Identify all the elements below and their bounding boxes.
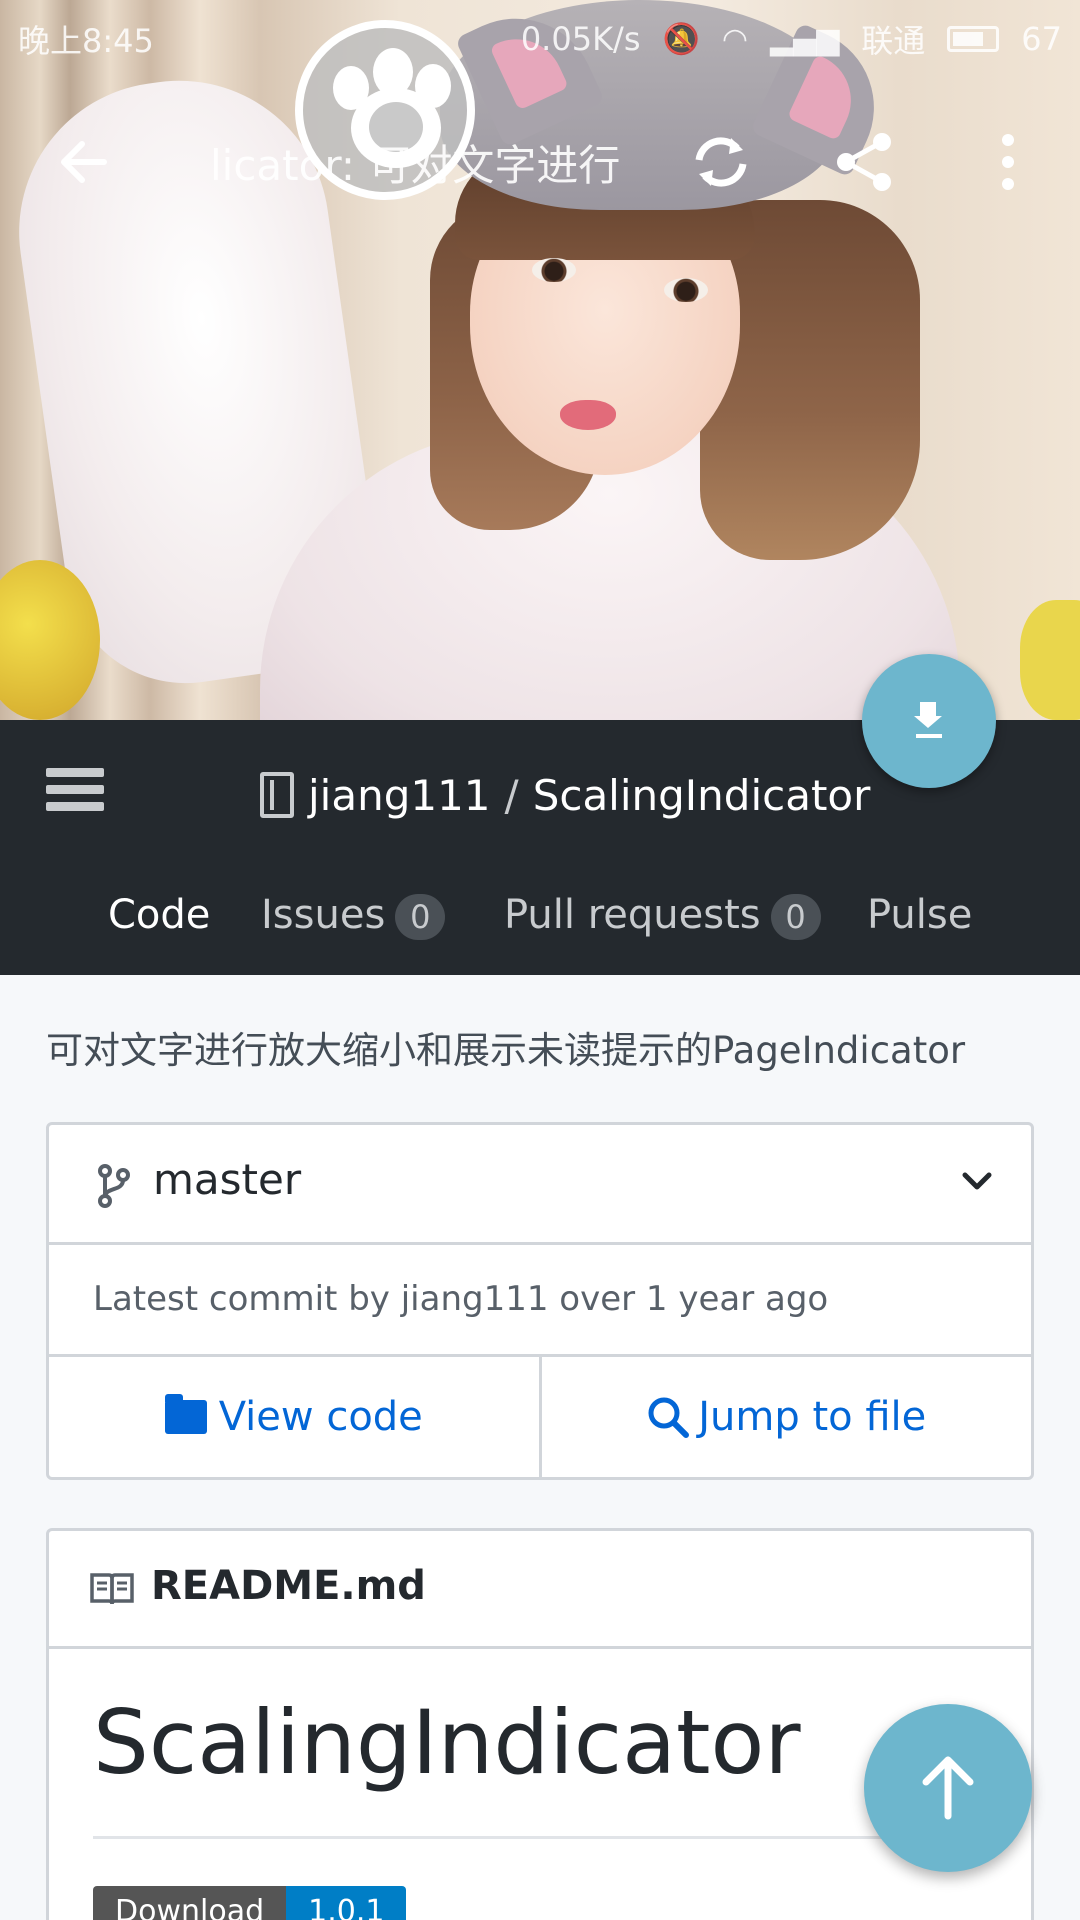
repo-description: 可对文字进行放大缩小和展示未读提示的PageIndicator (46, 1029, 966, 1072)
hamburger-menu-icon[interactable] (46, 768, 104, 820)
header-photo (0, 0, 1080, 720)
status-bar: 晚上8:45 0.05K/s 🔕 ◠ ▂▄▆ 联通 67 (0, 0, 1080, 78)
readme-filename: README.md (151, 1563, 426, 1609)
repo-owner-link[interactable]: jiang111 (308, 771, 491, 820)
scroll-to-top-button[interactable] (864, 1704, 1032, 1872)
network-speed: 0.05K/s (520, 20, 641, 58)
repo-title: jiang111 / ScalingIndicator (260, 760, 870, 830)
search-icon (648, 1397, 690, 1438)
jump-to-file-button[interactable]: Jump to file (538, 1357, 1032, 1477)
refresh-button[interactable] (685, 126, 757, 198)
view-code-button[interactable]: View code (49, 1357, 539, 1477)
arrow-left-icon (61, 141, 107, 183)
mute-icon: 🔕 (662, 21, 700, 57)
carrier-name: 联通 (861, 22, 926, 60)
more-options-button[interactable] (972, 126, 1044, 198)
repo-separator: / (504, 770, 519, 820)
app-toolbar: licator: 可对文字进行 (0, 110, 1080, 210)
tab-pulse[interactable]: Pulse (867, 875, 972, 955)
download-fab-button[interactable] (862, 654, 996, 788)
repo-book-icon (260, 772, 294, 818)
tab-pull-requests[interactable]: Pull requests 0 (504, 875, 821, 955)
book-icon (90, 1573, 134, 1605)
folder-icon (164, 1394, 207, 1434)
more-vertical-icon (1002, 134, 1014, 190)
tab-code[interactable]: Code (108, 875, 210, 955)
latest-commit: Latest commit by jiang111 over 1 year ag… (49, 1245, 1031, 1357)
repo-tabs: Code Issues 0 Pull requests 0 Pulse (0, 875, 1080, 955)
chevron-down-icon (962, 1172, 992, 1190)
share-icon (837, 133, 891, 191)
pull-requests-count-badge: 0 (770, 894, 821, 940)
tab-issues[interactable]: Issues 0 (261, 875, 446, 955)
download-version-badge[interactable]: Download 1.0.1 (93, 1886, 407, 1920)
signal-icon: ▂▄▆ (770, 21, 840, 57)
readme-heading: ScalingIndicator (93, 1691, 801, 1794)
latest-commit-text: Latest commit by jiang111 over 1 year ag… (93, 1279, 829, 1319)
branch-panel: master Latest commit by jiang111 over 1 … (46, 1122, 1034, 1480)
branch-name: master (153, 1155, 302, 1204)
refresh-icon (695, 137, 747, 187)
git-branch-icon (98, 1164, 130, 1208)
readme-header: README.md (49, 1531, 1031, 1649)
badge-label: Download (93, 1886, 287, 1920)
readme-divider (93, 1836, 993, 1839)
back-button[interactable] (52, 130, 116, 194)
toolbar-title: licator: 可对文字进行 (210, 141, 621, 190)
repo-name-link[interactable]: ScalingIndicator (533, 771, 871, 820)
battery-level: 67 (1021, 20, 1062, 58)
wifi-icon: ◠ (721, 21, 749, 57)
battery-icon (947, 26, 1000, 52)
download-icon (916, 734, 942, 738)
arrow-up-icon (922, 1756, 974, 1820)
issues-count-badge: 0 (395, 894, 446, 940)
code-actions: View code Jump to file (49, 1357, 1031, 1477)
status-time: 晚上8:45 (18, 22, 154, 60)
share-button[interactable] (828, 126, 900, 198)
branch-selector[interactable]: master (49, 1125, 1031, 1245)
badge-value: 1.0.1 (286, 1886, 407, 1920)
